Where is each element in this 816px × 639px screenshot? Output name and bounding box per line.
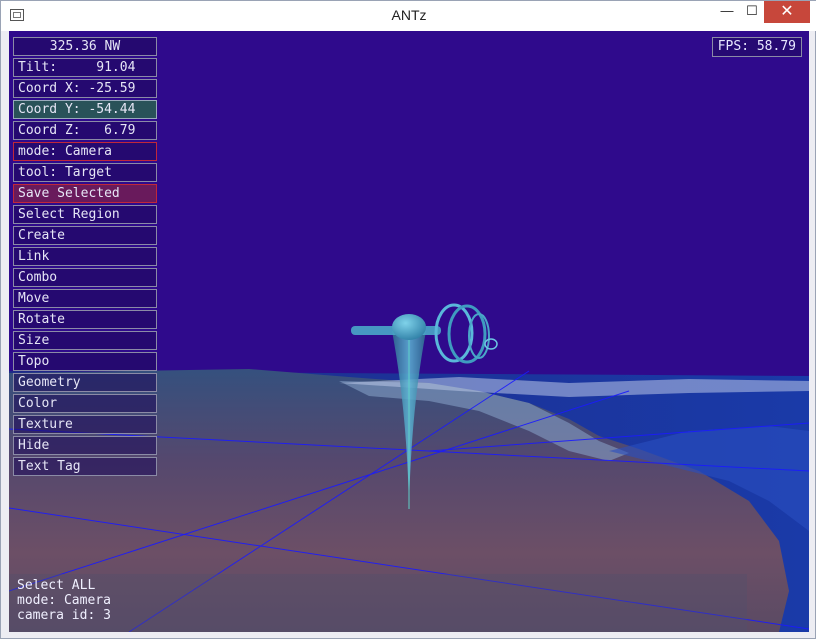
mode-button[interactable]: mode: Camera	[13, 142, 157, 161]
app-window: ANTz — ☐ ✕ FPS: 58.79 325.36 NW Tilt: 91…	[0, 0, 816, 639]
heading-readout[interactable]: 325.36 NW	[13, 37, 157, 56]
rotate-button[interactable]: Rotate	[13, 310, 157, 329]
status-camera-id: camera id: 3	[17, 608, 111, 623]
link-button[interactable]: Link	[13, 247, 157, 266]
title-bar[interactable]: ANTz — ☐ ✕	[1, 1, 816, 31]
save-selected-button[interactable]: Save Selected	[13, 184, 157, 203]
size-button[interactable]: Size	[13, 331, 157, 350]
texture-button[interactable]: Texture	[13, 415, 157, 434]
topo-button[interactable]: Topo	[13, 352, 157, 371]
coord-y-readout[interactable]: Coord Y: -54.44	[13, 100, 157, 119]
coord-z-readout[interactable]: Coord Z: 6.79	[13, 121, 157, 140]
window-title: ANTz	[391, 7, 427, 23]
3d-viewport[interactable]: FPS: 58.79 325.36 NW Tilt: 91.04 Coord X…	[9, 31, 809, 632]
create-button[interactable]: Create	[13, 226, 157, 245]
fps-readout: FPS: 58.79	[711, 37, 802, 57]
color-button[interactable]: Color	[13, 394, 157, 413]
select-region-button[interactable]: Select Region	[13, 205, 157, 224]
move-button[interactable]: Move	[13, 289, 157, 308]
minimize-button[interactable]: —	[713, 1, 741, 23]
status-panel: Select ALL mode: Camera camera id: 3	[9, 574, 747, 632]
text-tag-button[interactable]: Text Tag	[13, 457, 157, 476]
maximize-button[interactable]: ☐	[738, 1, 766, 23]
hud-menu: 325.36 NW Tilt: 91.04 Coord X: -25.59 Co…	[13, 37, 157, 478]
combo-button[interactable]: Combo	[13, 268, 157, 287]
status-selection: Select ALL	[17, 578, 96, 593]
coord-x-readout[interactable]: Coord X: -25.59	[13, 79, 157, 98]
close-button[interactable]: ✕	[764, 1, 810, 23]
tilt-readout[interactable]: Tilt: 91.04	[13, 58, 157, 77]
hide-button[interactable]: Hide	[13, 436, 157, 455]
tool-button[interactable]: tool: Target	[13, 163, 157, 182]
status-mode: mode: Camera	[17, 593, 111, 608]
geometry-button[interactable]: Geometry	[13, 373, 157, 392]
